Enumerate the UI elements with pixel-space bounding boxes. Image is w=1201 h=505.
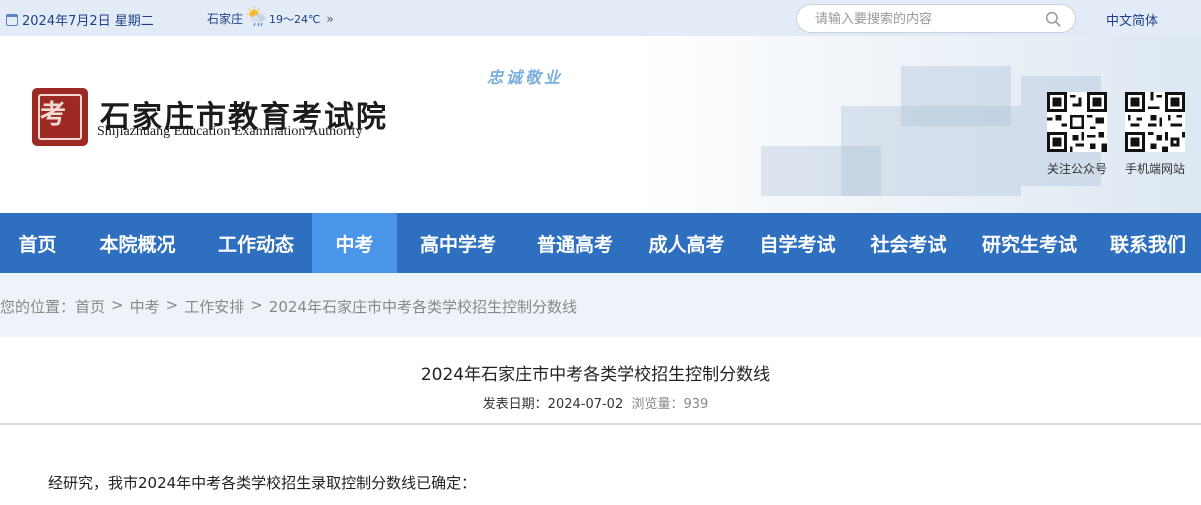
nav-item-news[interactable]: 工作动态 <box>200 213 312 273</box>
breadcrumb-item-home[interactable]: 首页 <box>75 296 105 317</box>
breadcrumb-item-work-plan[interactable]: 工作安排 <box>184 296 244 317</box>
nav-item-zhongkao[interactable]: 中考 <box>312 213 397 273</box>
mobile-site-qr-code <box>1125 92 1185 152</box>
nav-item-self-study-exam[interactable]: 自学考试 <box>742 213 853 273</box>
main-nav: 首页 本院概况 工作动态 中考 高中学考 普通高考 成人高考 自学考试 社会考试… <box>0 213 1201 273</box>
language-switch[interactable]: 中文简体 <box>1106 10 1158 29</box>
views-label: 浏览量： <box>631 397 684 412</box>
site-header: 忠诚敬业 考 石家庄市教育考试院 Shijiazhuang Education … <box>0 36 1201 213</box>
search-box <box>796 4 1076 33</box>
nav-item-social-exam[interactable]: 社会考试 <box>853 213 964 273</box>
breadcrumb: 您的位置： 首页 > 中考 > 工作安排 > 2024年石家庄市中考各类学校招生… <box>0 296 577 317</box>
weather-city: 石家庄 <box>207 12 244 26</box>
article-divider <box>0 423 1201 425</box>
current-date: 2024年7月2日 星期二 <box>6 10 154 29</box>
weather-more-icon[interactable]: » <box>326 12 333 26</box>
nav-item-adult-exam[interactable]: 成人高考 <box>631 213 742 273</box>
wechat-qr-label: 关注公众号 <box>1046 162 1107 176</box>
logo-seal[interactable]: 考 <box>32 88 88 146</box>
header-slogan: 忠诚敬业 <box>487 68 564 87</box>
publish-date-label: 发表日期： <box>482 397 548 412</box>
nav-item-home[interactable]: 首页 <box>0 213 75 273</box>
breadcrumb-prefix: 您的位置： <box>0 298 76 316</box>
weather-temperature: 19～24℃ <box>269 12 321 26</box>
article-meta: 发表日期：2024-07-02 浏览量：939 <box>0 393 1191 412</box>
header-building-background <box>641 36 1201 213</box>
breadcrumb-bar: 您的位置： 首页 > 中考 > 工作安排 > 2024年石家庄市中考各类学校招生… <box>0 273 1201 337</box>
date-text: 2024年7月2日 星期二 <box>22 14 154 29</box>
publish-date: 2024-07-02 <box>547 397 624 412</box>
org-name-english: Shijiazhuang Education Examination Autho… <box>97 124 363 139</box>
breadcrumb-item-zhongkao[interactable]: 中考 <box>130 296 160 317</box>
wechat-qr-code <box>1047 92 1107 152</box>
nav-item-graduate-exam[interactable]: 研究生考试 <box>964 213 1095 273</box>
breadcrumb-item-current: 2024年石家庄市中考各类学校招生控制分数线 <box>268 298 577 316</box>
breadcrumb-separator: > <box>111 296 124 314</box>
weather-sun-rain-icon <box>245 6 267 31</box>
views-count: 939 <box>683 397 709 412</box>
breadcrumb-separator: > <box>250 296 263 314</box>
seal-glyph: 考 <box>40 100 67 130</box>
nav-item-about[interactable]: 本院概况 <box>75 213 200 273</box>
nav-item-contact[interactable]: 联系我们 <box>1095 213 1201 273</box>
article-paragraph: 经研究，我市2024年中考各类学校招生录取控制分数线已确定： <box>48 474 477 492</box>
search-icon[interactable] <box>1045 11 1061 27</box>
top-utility-bar: 2024年7月2日 星期二 石家庄 19～24℃ » 请输入要搜索的内容 中文简… <box>0 0 1201 36</box>
nav-item-highschool-exam[interactable]: 高中学考 <box>397 213 519 273</box>
mobile-site-qr-label: 手机端网站 <box>1124 162 1185 176</box>
article-title: 2024年石家庄市中考各类学校招生控制分数线 <box>420 365 771 385</box>
breadcrumb-separator: > <box>165 296 179 314</box>
search-input[interactable] <box>815 10 1035 28</box>
weather-widget[interactable]: 石家庄 19～24℃ » <box>207 6 334 31</box>
calendar-icon <box>6 13 18 26</box>
nav-item-gaokao[interactable]: 普通高考 <box>519 213 631 273</box>
